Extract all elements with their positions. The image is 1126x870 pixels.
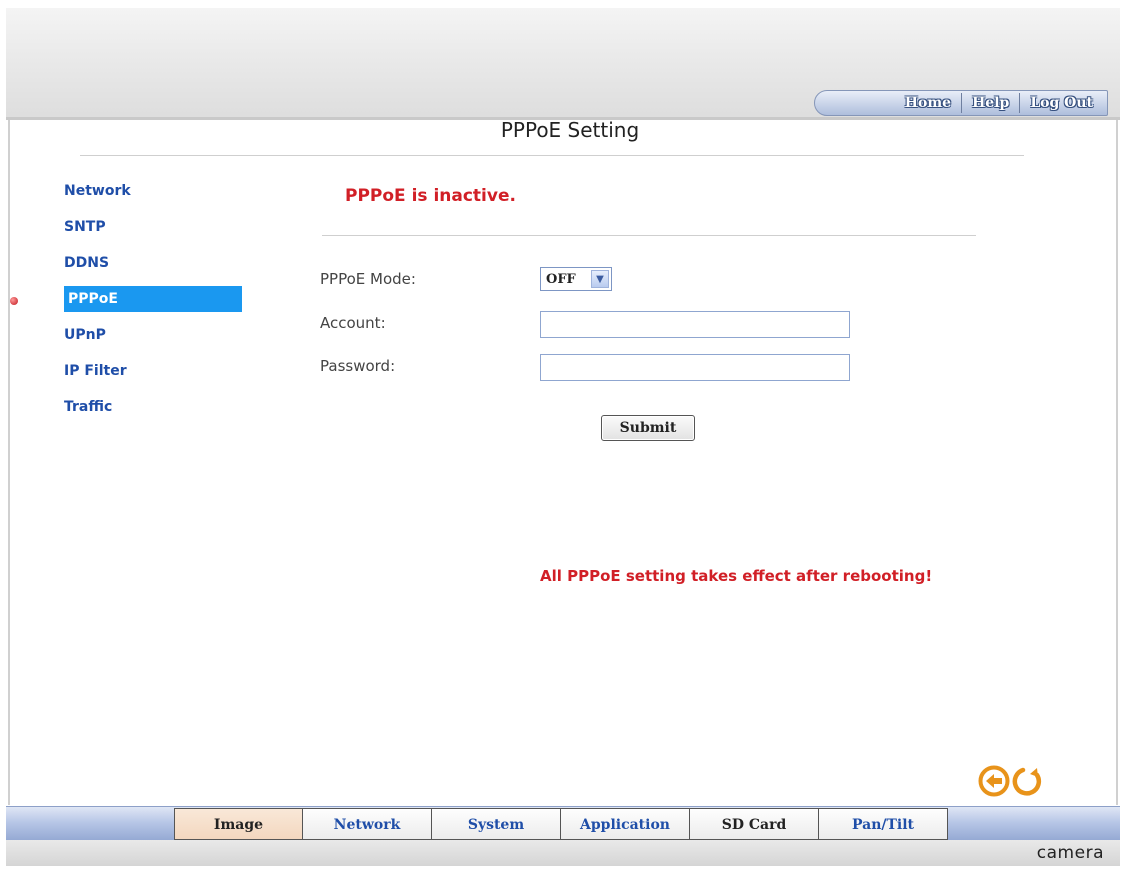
tab-pan-tilt[interactable]: Pan/Tilt xyxy=(819,808,948,840)
password-label: Password: xyxy=(320,357,396,375)
pppoe-mode-value: OFF xyxy=(546,271,576,287)
reboot-notice: All PPPoE setting takes effect after reb… xyxy=(540,567,933,585)
submit-button[interactable]: Submit xyxy=(601,415,695,441)
page-title: PPPoE Setting xyxy=(500,118,640,142)
tab-system[interactable]: System xyxy=(432,808,561,840)
top-nav: Home Help Log Out xyxy=(814,90,1108,116)
bullet-icon xyxy=(10,297,18,305)
sidebar-item-upnp[interactable]: UPnP xyxy=(30,322,208,348)
home-link[interactable]: Home xyxy=(895,95,961,111)
form-divider xyxy=(322,235,976,236)
pppoe-mode-label: PPPoE Mode: xyxy=(320,270,416,288)
account-input[interactable] xyxy=(540,311,850,338)
bottom-tabs: Image Network System Application SD Card… xyxy=(174,808,948,840)
back-arrow-icon[interactable] xyxy=(977,764,1011,798)
help-link[interactable]: Help xyxy=(962,95,1019,111)
sidebar-item-ddns[interactable]: DDNS xyxy=(30,250,208,276)
sidebar-item-traffic[interactable]: Traffic xyxy=(30,394,208,420)
sidebar: Network SNTP DDNS PPPoE UPnP IP Filter T… xyxy=(30,178,250,430)
sidebar-item-pppoe[interactable]: PPPoE xyxy=(64,286,242,312)
tab-sd-card[interactable]: SD Card xyxy=(690,808,819,840)
brand-name: camera xyxy=(1036,843,1104,863)
account-label: Account: xyxy=(320,314,386,332)
tab-network[interactable]: Network xyxy=(303,808,432,840)
refresh-icon[interactable] xyxy=(1010,764,1044,798)
password-input[interactable] xyxy=(540,354,850,381)
footer-strip xyxy=(6,840,1120,866)
status-message: PPPoE is inactive. xyxy=(345,186,516,206)
tab-application[interactable]: Application xyxy=(561,808,690,840)
sidebar-item-sntp[interactable]: SNTP xyxy=(30,214,208,240)
title-divider xyxy=(80,155,1024,156)
logout-link[interactable]: Log Out xyxy=(1020,95,1103,111)
chevron-down-icon[interactable]: ▼ xyxy=(591,270,609,288)
pppoe-mode-select[interactable]: OFF ▼ xyxy=(540,267,612,291)
tab-image[interactable]: Image xyxy=(174,808,303,840)
sidebar-item-ip-filter[interactable]: IP Filter xyxy=(30,358,208,384)
sidebar-item-network[interactable]: Network xyxy=(30,178,208,204)
